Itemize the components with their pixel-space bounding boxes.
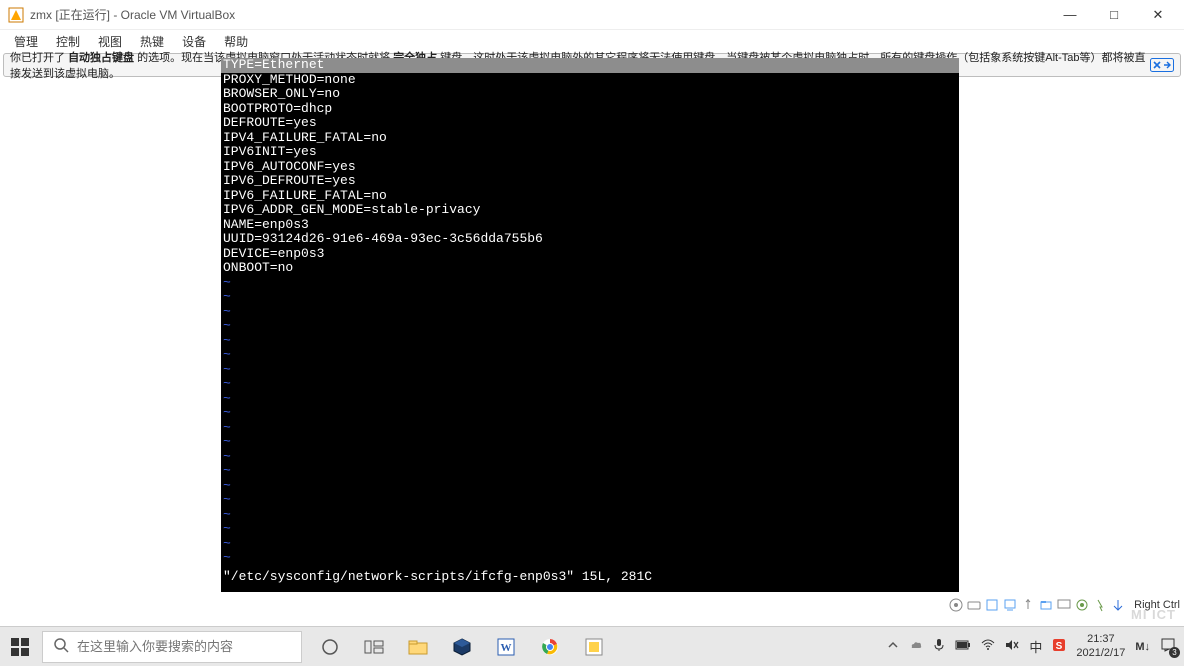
vm-statusbar: Right Ctrl [948, 596, 1180, 614]
terminal-line: IPV6_DEFROUTE=yes [221, 174, 959, 189]
tray-mic-icon[interactable] [933, 638, 945, 655]
window-title: zmx [正在运行] - Oracle VM VirtualBox [30, 6, 235, 23]
vim-tilde: ~ [221, 522, 959, 537]
terminal-line: IPV6_AUTOCONF=yes [221, 160, 959, 175]
cortana-button[interactable] [310, 627, 350, 667]
vim-tilde: ~ [221, 537, 959, 552]
window-controls: — □ ✕ [1060, 7, 1176, 23]
terminal-line: ONBOOT=no [221, 261, 959, 276]
window-titlebar: zmx [正在运行] - Oracle VM VirtualBox — □ ✕ [0, 0, 1184, 30]
terminal-line: BROWSER_ONLY=no [221, 87, 959, 102]
svg-text:W: W [501, 642, 512, 654]
tray-wifi-icon[interactable] [981, 639, 995, 654]
shared-folders-icon[interactable] [1038, 597, 1054, 613]
terminal-line: IPV6_ADDR_GEN_MODE=stable-privacy [221, 203, 959, 218]
terminal-line: PROXY_METHOD=none [221, 73, 959, 88]
terminal-line: IPV6INIT=yes [221, 145, 959, 160]
vim-status-line: "/etc/sysconfig/network-scripts/ifcfg-en… [223, 570, 652, 585]
clock[interactable]: 21:37 2021/2/17 [1076, 633, 1125, 659]
terminal-line: IPV6_FAILURE_FATAL=no [221, 189, 959, 204]
vim-tilde: ~ [221, 450, 959, 465]
vim-tilde: ~ [221, 421, 959, 436]
vim-tilde: ~ [221, 493, 959, 508]
clock-time: 21:37 [1076, 633, 1125, 646]
tray-markdown-icon[interactable]: M↓ [1135, 641, 1150, 653]
vim-tilde: ~ [221, 290, 959, 305]
cdrom-icon[interactable] [948, 597, 964, 613]
hostkey-label: Right Ctrl [1134, 599, 1180, 611]
app-taskbar-button[interactable] [574, 627, 614, 667]
virtualbox-taskbar-button[interactable] [442, 627, 482, 667]
vim-tilde: ~ [221, 551, 959, 566]
word-taskbar-button[interactable]: W [486, 627, 526, 667]
terminal-line: DEVICE=enp0s3 [221, 247, 959, 262]
tray-onedrive-icon[interactable] [909, 638, 923, 655]
chrome-taskbar-button[interactable] [530, 627, 570, 667]
vim-tilde: ~ [221, 508, 959, 523]
harddisk-icon[interactable] [966, 597, 982, 613]
terminal-line: NAME=enp0s3 [221, 218, 959, 233]
display-icon[interactable] [1056, 597, 1072, 613]
file-explorer-button[interactable] [398, 627, 438, 667]
close-button[interactable]: ✕ [1148, 7, 1168, 23]
terminal-line: BOOTPROTO=dhcp [221, 102, 959, 117]
vim-tilde: ~ [221, 464, 959, 479]
svg-text:S: S [1056, 641, 1063, 652]
vim-tilde: ~ [221, 363, 959, 378]
vim-tilde: ~ [221, 435, 959, 450]
task-view-button[interactable] [354, 627, 394, 667]
search-input[interactable] [77, 639, 291, 654]
search-box[interactable] [42, 631, 302, 663]
mouse-integration-icon[interactable] [1092, 597, 1108, 613]
tray-volume-icon[interactable] [1005, 639, 1019, 654]
vim-tilde: ~ [221, 319, 959, 334]
tray-ime-icon[interactable]: 中 [1029, 637, 1042, 656]
start-button[interactable] [0, 627, 40, 667]
vim-tilde: ~ [221, 392, 959, 407]
tray-chevron-up-icon[interactable] [887, 639, 899, 654]
audio-icon[interactable] [984, 597, 1000, 613]
infobar-close-button[interactable] [1150, 58, 1174, 72]
vim-tilde: ~ [221, 348, 959, 363]
recording-icon[interactable] [1074, 597, 1090, 613]
vim-tilde: ~ [221, 276, 959, 291]
tray-sogou-icon[interactable]: S [1052, 638, 1066, 655]
hostkey-icon [1110, 597, 1126, 613]
vm-display[interactable]: TYPE=Ethernet PROXY_METHOD=none BROWSER_… [221, 58, 959, 592]
virtualbox-icon [8, 7, 24, 23]
minimize-button[interactable]: — [1060, 7, 1080, 22]
vim-tilde: ~ [221, 406, 959, 421]
network-icon[interactable] [1002, 597, 1018, 613]
vim-tilde: ~ [221, 479, 959, 494]
vim-tilde: ~ [221, 334, 959, 349]
terminal-line-selected: TYPE=Ethernet [221, 58, 959, 73]
notifications-button[interactable]: 3 [1160, 637, 1176, 656]
search-icon [53, 637, 69, 656]
usb-icon[interactable] [1020, 597, 1036, 613]
system-tray: 中 S 21:37 2021/2/17 M↓ 3 [879, 633, 1184, 659]
terminal-line: UUID=93124d26-91e6-469a-93ec-3c56dda755b… [221, 232, 959, 247]
tray-battery-icon[interactable] [955, 640, 971, 653]
vim-tilde: ~ [221, 377, 959, 392]
clock-date: 2021/2/17 [1076, 647, 1125, 660]
windows-taskbar: W 中 S 21:37 2021/2/17 M↓ 3 [0, 626, 1184, 666]
maximize-button[interactable]: □ [1104, 7, 1124, 22]
terminal-line: DEFROUTE=yes [221, 116, 959, 131]
terminal-line: IPV4_FAILURE_FATAL=no [221, 131, 959, 146]
notification-badge: 3 [1169, 647, 1180, 658]
vim-tilde: ~ [221, 305, 959, 320]
